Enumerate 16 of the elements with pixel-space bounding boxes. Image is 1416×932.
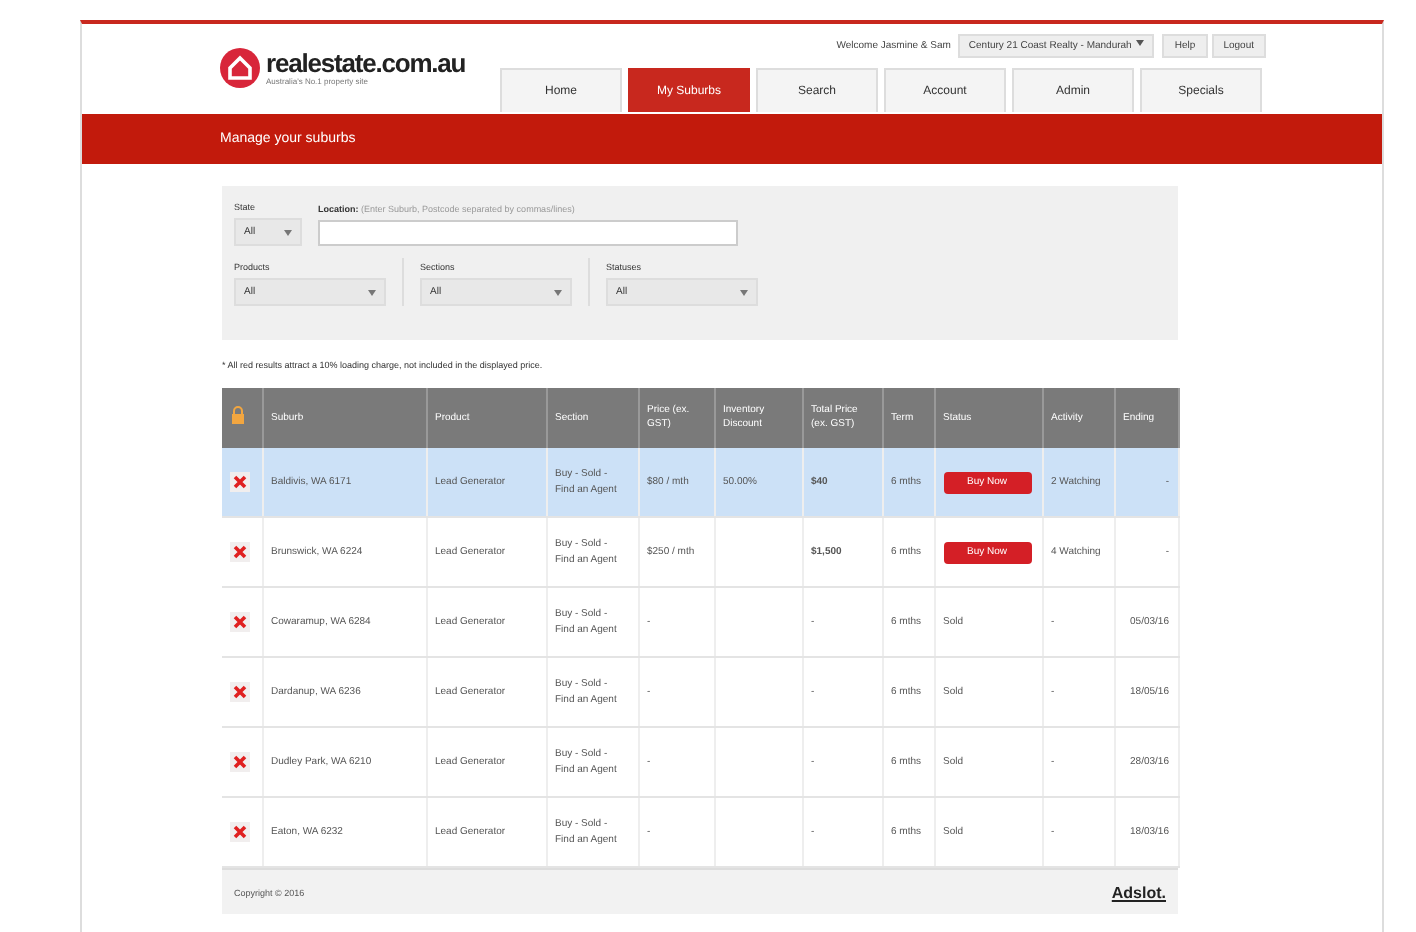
- delete-icon[interactable]: [230, 472, 250, 492]
- caret-icon: [1136, 40, 1145, 46]
- caret-icon: [368, 289, 376, 295]
- logo-icon: [220, 48, 260, 88]
- caret-icon: [740, 289, 748, 295]
- lock-icon: [230, 406, 246, 424]
- location-field[interactable]: [318, 220, 738, 246]
- delete-icon[interactable]: [230, 822, 250, 842]
- caret-icon: [284, 229, 292, 235]
- logo-text: realestate.com.au: [266, 50, 466, 76]
- delete-icon[interactable]: [230, 612, 250, 632]
- brand-logo: Adslot.: [1111, 883, 1166, 901]
- delete-icon[interactable]: [230, 752, 250, 772]
- delete-icon[interactable]: [230, 682, 250, 702]
- delete-icon[interactable]: [230, 542, 250, 562]
- caret-icon: [554, 289, 562, 295]
